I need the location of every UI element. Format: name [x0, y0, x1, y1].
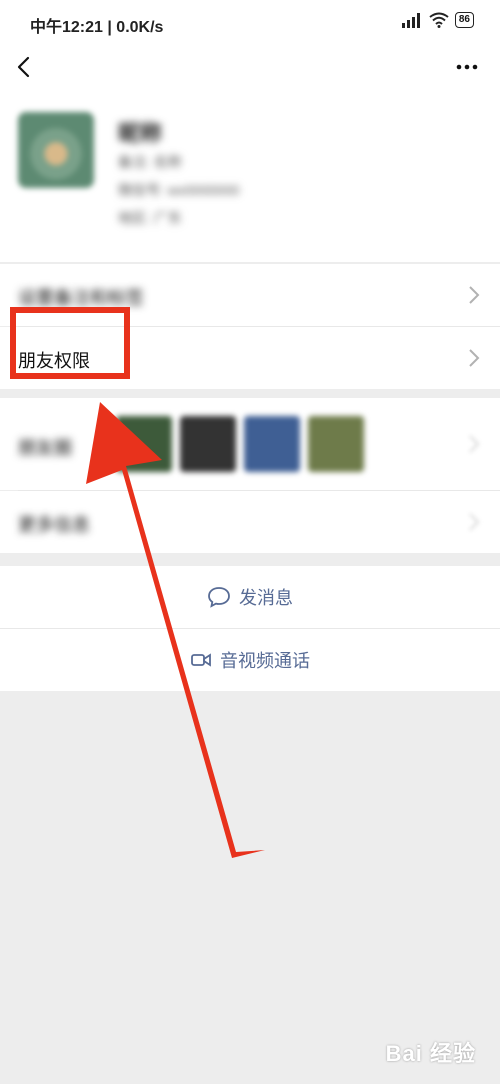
profile-wechat-id: 微信号: wx0000000 — [118, 182, 240, 198]
moments-label: 朋友圈 — [18, 438, 72, 458]
more-icon[interactable] — [450, 50, 484, 84]
chevron-right-icon — [469, 349, 480, 367]
signal-icon — [401, 13, 420, 28]
chat-bubble-icon — [208, 587, 230, 608]
back-icon[interactable] — [10, 50, 40, 84]
row-more-info[interactable]: 更多信息 — [0, 491, 500, 553]
profile-card: 昵称 备注: 名称 微信号: wx0000000 地区: 广东 — [0, 90, 500, 262]
chevron-right-icon — [469, 513, 480, 531]
send-message-button[interactable]: 发消息 — [0, 566, 500, 628]
status-bar: 中午12:21 | 0.0K/s 86 — [0, 0, 500, 44]
wifi-icon — [429, 12, 449, 28]
row-moments[interactable]: 朋友圈 — [0, 398, 500, 490]
status-time: 中午12:21 | 0.0K/s — [30, 19, 164, 36]
video-call-label: 音视频通话 — [220, 651, 310, 671]
moments-thumbnail — [244, 416, 300, 472]
send-message-label: 发消息 — [239, 588, 293, 608]
nickname: 昵称 — [118, 121, 163, 146]
moments-thumbnail — [308, 416, 364, 472]
watermark: Bai 经验 — [385, 1041, 476, 1066]
battery-icon: 86 — [454, 12, 474, 28]
moments-thumbnail — [116, 416, 172, 472]
chevron-right-icon — [469, 286, 480, 304]
moments-thumbnail — [180, 416, 236, 472]
status-icons: 86 — [401, 12, 474, 28]
nav-bar — [0, 44, 500, 90]
more-info-label: 更多信息 — [18, 515, 90, 535]
video-call-icon — [191, 653, 211, 667]
annotation-highlight-box — [10, 307, 130, 379]
chevron-right-icon — [469, 435, 480, 453]
profile-region: 地区: 广东 — [118, 210, 182, 226]
profile-remark: 备注: 名称 — [118, 154, 182, 170]
avatar[interactable] — [18, 112, 94, 188]
video-call-button[interactable]: 音视频通话 — [0, 629, 500, 691]
